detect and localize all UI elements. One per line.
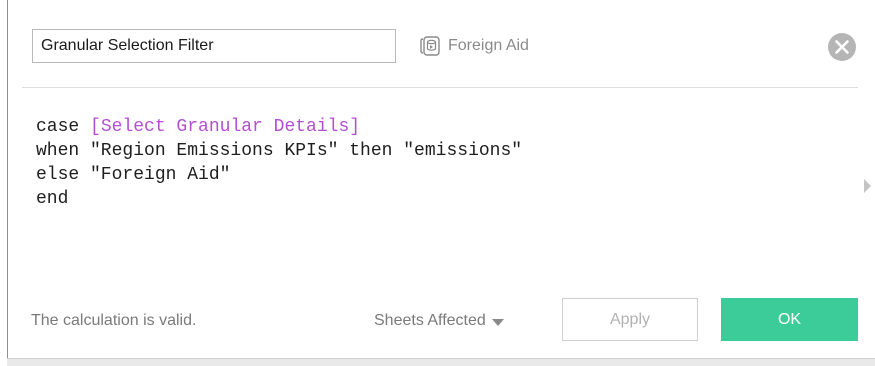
apply-button[interactable]: Apply [562, 298, 698, 341]
formula-editor[interactable]: case [Select Granular Details] when "Regi… [36, 115, 836, 211]
code-token: else "Foreign Aid" [36, 165, 231, 185]
ok-button[interactable]: OK [721, 298, 858, 341]
dialog-left-edge [7, 0, 8, 366]
datasource-icon [418, 34, 442, 58]
chevron-right-icon [864, 179, 871, 193]
code-line: else "Foreign Aid" [36, 163, 836, 187]
expand-panel-button[interactable] [863, 177, 873, 195]
datasource-label: Foreign Aid [448, 37, 529, 54]
code-token: end [36, 189, 69, 209]
code-line: when "Region Emissions KPIs" then "emiss… [36, 139, 836, 163]
field-reference: [Select Granular Details] [90, 117, 361, 137]
validation-status: The calculation is valid. [31, 312, 197, 329]
code-line: end [36, 187, 836, 211]
code-token: when "Region Emissions KPIs" then "emiss… [36, 141, 523, 161]
header-divider [22, 87, 858, 88]
close-circle-icon [828, 33, 856, 61]
calculation-name-input[interactable] [32, 29, 396, 63]
calculation-dialog: Foreign Aid case [Select Granular Detail… [0, 0, 875, 366]
code-token: case [36, 117, 91, 137]
sheets-affected-label: Sheets Affected [374, 312, 486, 329]
close-button[interactable] [827, 32, 857, 62]
sheets-affected-dropdown[interactable]: Sheets Affected [374, 312, 504, 330]
datasource-indicator: Foreign Aid [418, 33, 529, 59]
dialog-bottom-edge [7, 358, 875, 366]
caret-down-icon [491, 318, 504, 326]
code-line: case [Select Granular Details] [36, 115, 836, 139]
